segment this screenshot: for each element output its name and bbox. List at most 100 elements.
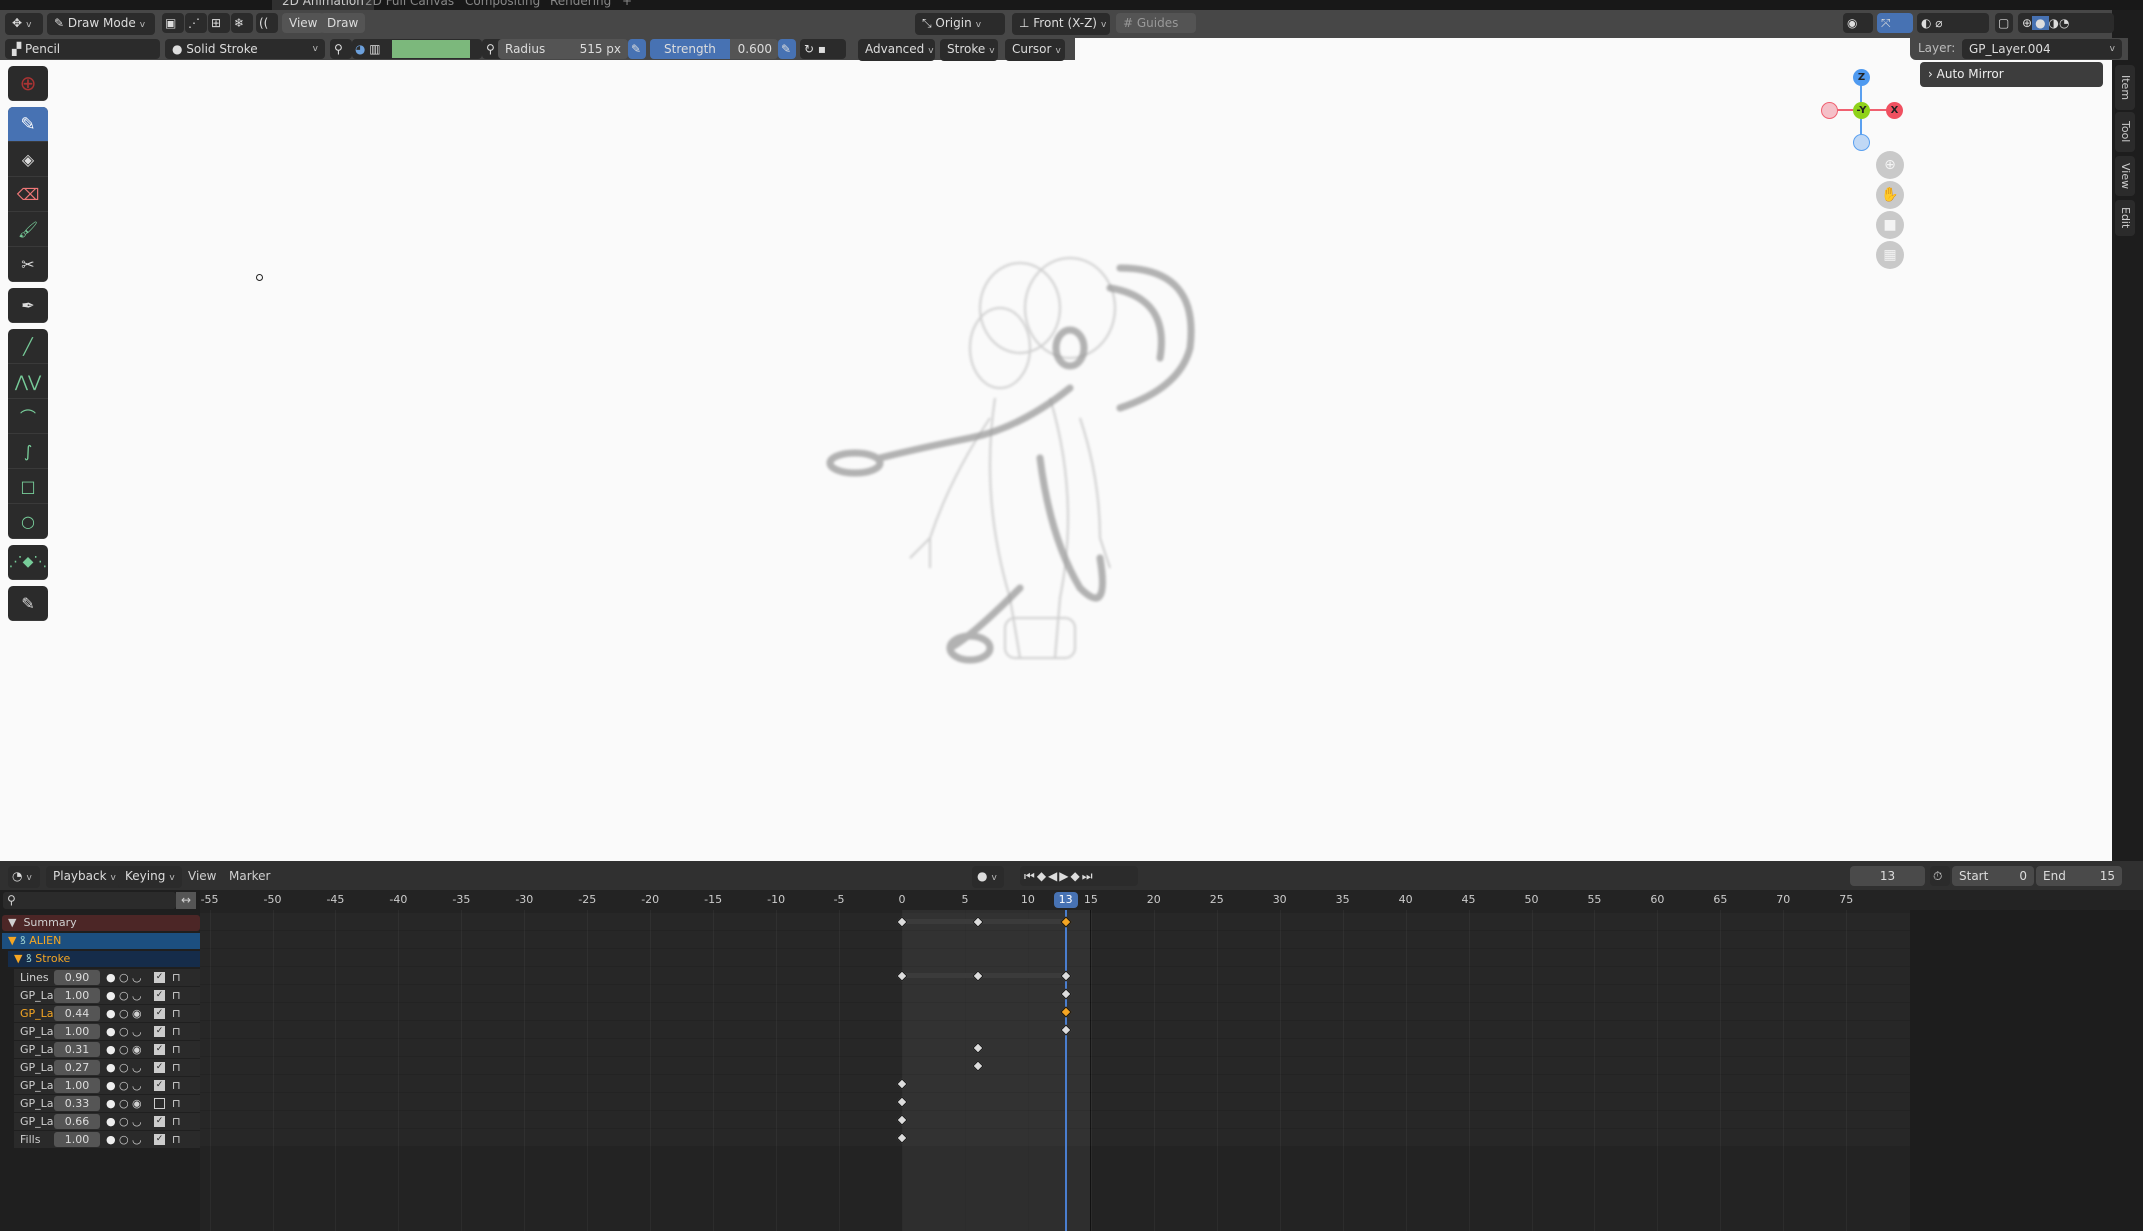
eye-closed-icon[interactable]: ◡ [132, 1025, 142, 1038]
checkbox[interactable]: ✓ [154, 1008, 165, 1019]
zoom-icon[interactable]: ⊕ [1876, 151, 1904, 179]
circle-tool-icon[interactable]: ○ [8, 504, 48, 539]
layer-opacity-field[interactable]: 1.00 [54, 1132, 100, 1147]
origin-dropdown[interactable]: ⤡ Origin v [915, 13, 1005, 35]
stabilizer-icon[interactable]: ↻ ▪ [800, 39, 846, 59]
lock-icon[interactable]: ⊓ [172, 1025, 181, 1038]
eye-icon[interactable]: ◉ [132, 1043, 142, 1056]
onion-icon[interactable]: ○ [119, 989, 129, 1002]
checkbox[interactable]: ✓ [154, 1026, 165, 1037]
timeline-editor-icon[interactable]: ◔ v [8, 866, 40, 888]
draw-tool-icon[interactable]: ✎ [8, 107, 48, 142]
layer-channel[interactable]: GP_La 0.33 ● ○ ◉ ⊓ [14, 1095, 200, 1112]
checkbox[interactable]: ✓ [154, 972, 165, 983]
color-swatch[interactable] [392, 40, 470, 58]
stroke-dropdown[interactable]: Stroke v [940, 39, 998, 61]
onion-icon[interactable]: ○ [119, 1061, 129, 1074]
layer-channel[interactable]: GP_La 1.00 ● ○ ◡ ✓ ⊓ [14, 1023, 200, 1040]
playhead-frame-label[interactable]: 13 [1053, 892, 1078, 908]
eyedropper-tool-icon[interactable]: ✒ [8, 288, 48, 323]
layer-channel[interactable]: GP_La 0.31 ● ○ ◉ ✓ ⊓ [14, 1041, 200, 1058]
layer-channel[interactable]: Fills 1.00 ● ○ ◡ ✓ ⊓ [14, 1131, 200, 1148]
layer-opacity-field[interactable]: 0.27 [54, 1060, 100, 1075]
layer-opacity-field[interactable]: 0.44 [54, 1006, 100, 1021]
gizmo-neg-z[interactable] [1853, 134, 1870, 151]
jump-end-icon[interactable]: ⏭ [1082, 869, 1095, 883]
checkbox[interactable] [154, 1098, 165, 1109]
material-selector[interactable]: ● Solid Stroke v [165, 39, 325, 59]
channel-data[interactable]: ▼ ꝸ Stroke [8, 951, 200, 967]
tab-compositing[interactable]: Compositing [455, 0, 550, 10]
onion-icon[interactable]: ○ [119, 1115, 129, 1128]
lock-icon[interactable]: ⊓ [172, 1133, 181, 1146]
layer-channel[interactable]: GP_La 0.27 ● ○ ◡ ✓ ⊓ [14, 1059, 200, 1076]
menu-keying[interactable]: Keying v [118, 866, 182, 888]
start-frame-field[interactable]: Start 0 [1952, 866, 2034, 886]
sculpt-mask-icon[interactable]: ⊞ [208, 13, 230, 33]
pressure-strength-icon[interactable]: ✎ [778, 39, 796, 59]
onion-icon[interactable]: ○ [119, 1025, 129, 1038]
playback-controls[interactable]: ⏮◆◀▶◆⏭ [1020, 866, 1138, 886]
ortho-grid-icon[interactable]: ▦ [1876, 241, 1904, 269]
menu-playback[interactable]: Playback v [46, 866, 123, 888]
eye-closed-icon[interactable]: ◡ [132, 971, 142, 984]
end-frame-field[interactable]: End 15 [2036, 866, 2122, 886]
checkbox[interactable]: ✓ [154, 1134, 165, 1145]
layer-channel[interactable]: GP_La 0.44 ● ○ ◉ ✓ ⊓ [14, 1005, 200, 1022]
gizmo-toggle-icon[interactable]: ⤧ [1877, 13, 1913, 33]
play-reverse-icon[interactable]: ◀ [1048, 869, 1059, 883]
pan-hand-icon[interactable]: ✋ [1876, 181, 1904, 209]
swap-icon[interactable]: ↔ [176, 892, 196, 909]
frame-ruler[interactable]: -55 -50 -45 -40 -35 -30 -25 -20 -15 -10 -5 0 5 10 15 20… [200, 890, 2143, 910]
use-lights-icon[interactable]: ● [106, 1097, 116, 1110]
eye-closed-icon[interactable]: ◡ [132, 1061, 142, 1074]
use-lights-icon[interactable]: ● [106, 1043, 116, 1056]
gizmo-neg-y[interactable]: -Y [1853, 102, 1870, 119]
sidebar-tab-item[interactable]: Item [2115, 65, 2135, 110]
onion-icon[interactable]: ○ [119, 1097, 129, 1110]
prev-key-icon[interactable]: ◆ [1037, 869, 1048, 883]
next-key-icon[interactable]: ◆ [1071, 869, 1082, 883]
channel-object[interactable]: ▼ ꝸ ALIEN [2, 933, 200, 949]
tab-2d-full-canvas[interactable]: 2D Full Canvas [355, 0, 464, 10]
radius-field[interactable]: Radius 515 px [498, 39, 628, 59]
checkbox[interactable]: ✓ [154, 1062, 165, 1073]
layer-opacity-field[interactable]: 0.66 [54, 1114, 100, 1129]
fill-tool-icon[interactable]: ◈ [8, 142, 48, 177]
camera-icon[interactable]: ■ [1876, 211, 1904, 239]
checkbox[interactable]: ✓ [154, 1116, 165, 1127]
interpolate-tool-icon[interactable]: ⋰◆⋱ [8, 545, 48, 580]
line-tool-icon[interactable]: ╱ [8, 329, 48, 364]
eye-closed-icon[interactable]: ◡ [132, 989, 142, 1002]
pin-icon[interactable]: ⚲ [330, 39, 352, 59]
eye-icon[interactable]: ◉ [132, 1097, 142, 1110]
auto-mirror-panel[interactable]: › Auto Mirror [1920, 62, 2103, 87]
sidebar-tab-view[interactable]: View [2115, 156, 2135, 196]
gizmo-z[interactable]: Z [1853, 69, 1870, 86]
onion-skin-icon[interactable]: (( [256, 13, 278, 33]
polyline-tool-icon[interactable]: ⋀⋁ [8, 364, 48, 399]
onion-icon[interactable]: ○ [119, 1007, 129, 1020]
lock-icon[interactable]: ⊓ [172, 1097, 181, 1110]
tint-tool-icon[interactable]: 🖌 [8, 212, 48, 247]
overlays-icon[interactable]: ◐ ⌀ [1917, 13, 1989, 33]
use-lights-icon[interactable]: ● [106, 1115, 116, 1128]
gizmo-x[interactable]: X [1886, 102, 1903, 119]
layer-opacity-field[interactable]: 0.31 [54, 1042, 100, 1057]
pressure-radius-icon[interactable]: ✎ [628, 39, 646, 59]
layer-channel[interactable]: GP_La 1.00 ● ○ ◡ ✓ ⊓ [14, 1077, 200, 1094]
use-lights-icon[interactable]: ● [106, 1079, 116, 1092]
checkbox[interactable]: ✓ [154, 990, 165, 1001]
play-icon[interactable]: ▶ [1059, 869, 1070, 883]
cursor-tool-icon[interactable]: ⊕ [8, 66, 48, 101]
layer-opacity-field[interactable]: 1.00 [54, 1024, 100, 1039]
shading-modes[interactable]: ⊕ ● ◑◔ [2018, 13, 2114, 33]
use-lights-icon[interactable]: ● [106, 971, 116, 984]
onion-icon[interactable]: ○ [119, 1133, 129, 1146]
erase-tool-icon[interactable]: ⌫ [8, 177, 48, 212]
snowflake-icon[interactable]: ❄ [231, 13, 253, 33]
lock-icon[interactable]: ⊓ [172, 1061, 181, 1074]
annotate-tool-icon[interactable]: ✎ [8, 586, 48, 621]
stopwatch-icon[interactable]: ⏱ [1930, 866, 1950, 886]
use-lights-icon[interactable]: ● [106, 1025, 116, 1038]
